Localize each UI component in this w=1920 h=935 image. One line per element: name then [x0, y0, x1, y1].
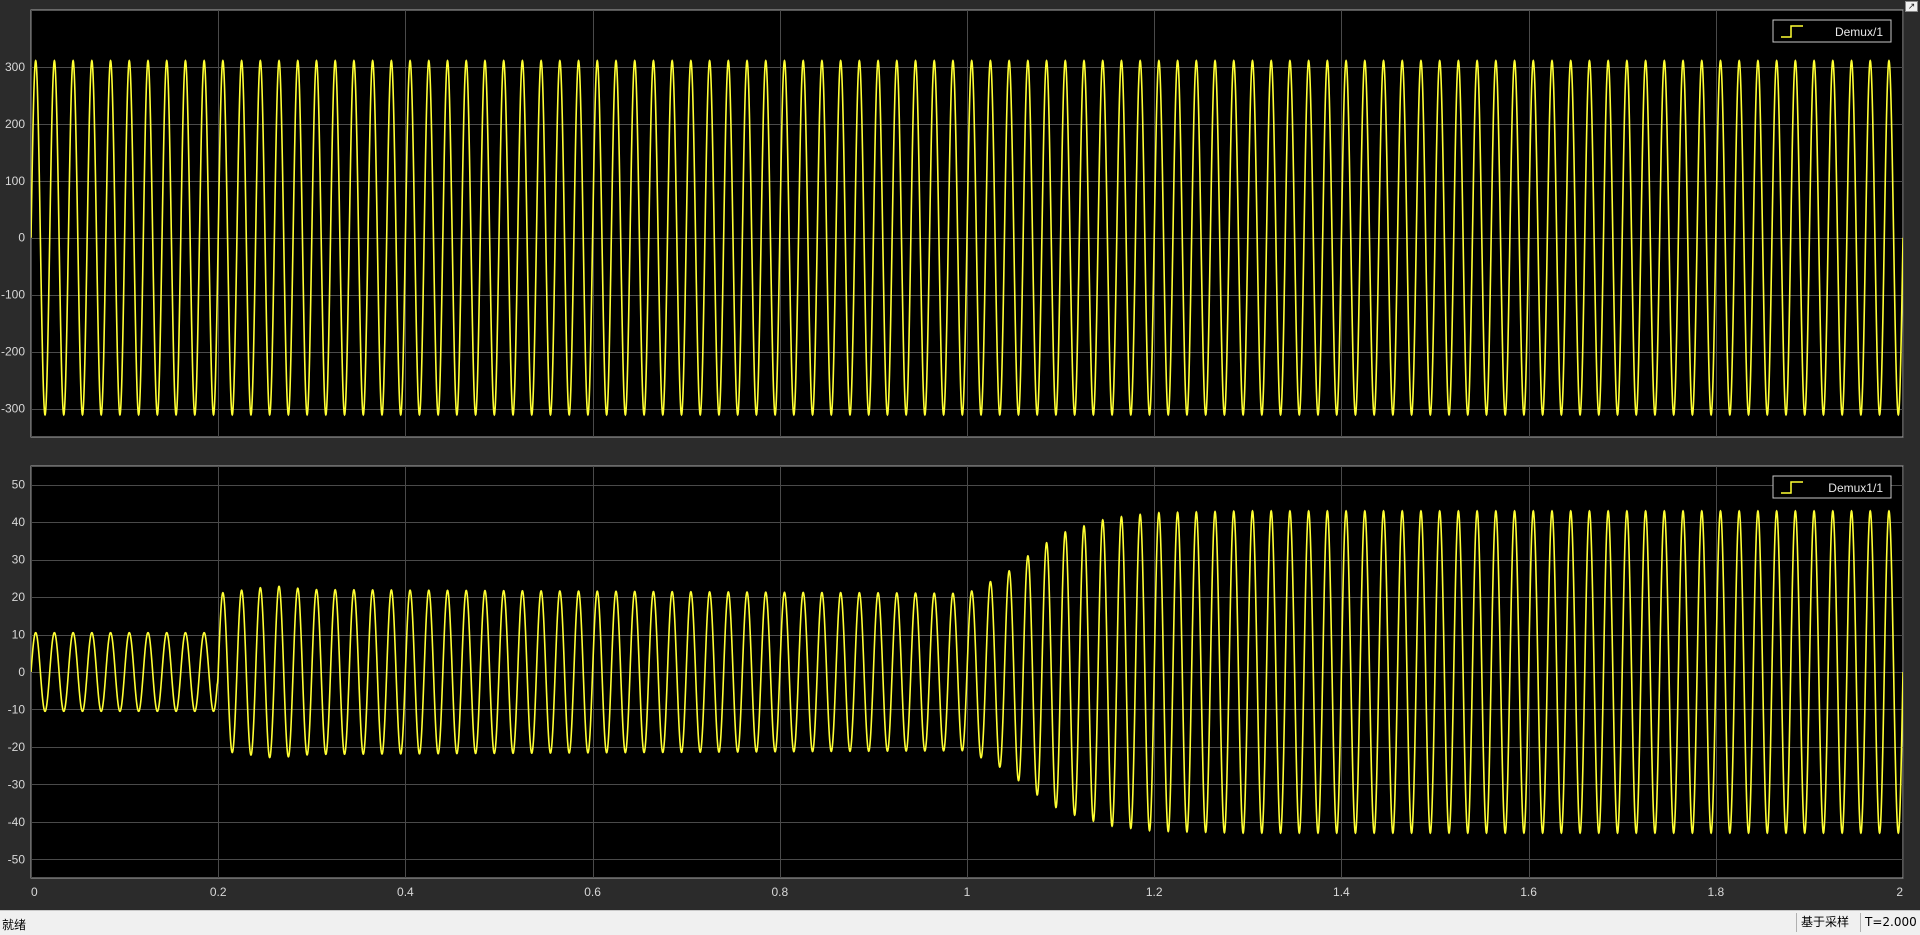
y-tick-label: 300 [5, 60, 25, 74]
y-tick-label: -10 [8, 702, 26, 716]
x-tick-label: 2 [1896, 885, 1903, 899]
y-tick-label: -100 [1, 288, 25, 302]
bottom-axes[interactable]: 50 40 30 20 10 0 -10 -20 -30 -40 -50 0 0.2 0.4 0.6 0.8 1… [8, 465, 1904, 899]
legend-label: Demux1/1 [1828, 481, 1883, 495]
status-bar: 就绪 基于采样 T=2.000 [0, 910, 1920, 935]
x-tick-label: 0.4 [397, 885, 414, 899]
x-tick-label: 1.4 [1333, 885, 1350, 899]
y-tick-label: -200 [1, 345, 25, 359]
x-tick-label: 1.2 [1146, 885, 1163, 899]
legend[interactable]: Demux/1 [1772, 19, 1892, 43]
x-tick-label: 0.2 [210, 885, 227, 899]
y-tick-label: 10 [12, 628, 26, 642]
y-tick-label: -40 [8, 815, 26, 829]
x-tick-label: 0.8 [771, 885, 788, 899]
x-tick-label: 0.6 [584, 885, 601, 899]
y-tick-label: 0 [18, 231, 25, 245]
sampling-mode-field: 基于采样 [1796, 913, 1860, 932]
scope-plots: 3002001000-100-200-300Demux/1 5040302010… [1, 9, 1904, 899]
y-tick-label: 50 [12, 478, 26, 492]
y-tick-label: -20 [8, 740, 26, 754]
y-tick-label: -300 [1, 402, 25, 416]
legend[interactable]: Demux1/1 [1772, 475, 1892, 499]
x-tick-label: 1.6 [1520, 885, 1537, 899]
y-tick-label: -50 [8, 852, 26, 866]
y-tick-label: 40 [12, 515, 26, 529]
y-tick-label: 30 [12, 553, 26, 567]
restore-icon[interactable]: ↗ [1905, 1, 1918, 12]
top-axes[interactable]: 300 200 100 0 -100 -200 -300 Demux/1 [1, 9, 1904, 438]
simulation-time-field: T=2.000 [1860, 913, 1920, 932]
x-tick-label: 1.8 [1707, 885, 1724, 899]
y-tick-label: -30 [8, 777, 26, 791]
status-text: 就绪 [2, 918, 27, 932]
y-tick-label: 20 [12, 590, 26, 604]
y-tick-label: 200 [5, 117, 25, 131]
legend-label: Demux/1 [1835, 25, 1883, 39]
x-tick-label: 0 [31, 885, 38, 899]
y-tick-label: 100 [5, 174, 25, 188]
y-tick-label: 0 [18, 665, 25, 679]
x-tick-label: 1 [964, 885, 971, 899]
scope-window: 300 200 100 0 -100 -200 -300 Demux/1 50 40 30 20 10… [0, 0, 1920, 910]
